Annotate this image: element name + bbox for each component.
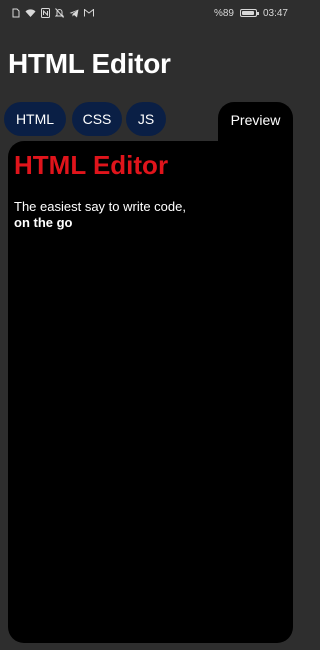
wifi-icon	[25, 8, 36, 18]
tab-html[interactable]: HTML	[4, 102, 66, 136]
silent-icon	[55, 8, 64, 18]
status-icons-left	[12, 8, 94, 18]
status-icons-right: %89 03:47	[214, 8, 288, 19]
nfc-icon	[41, 8, 50, 18]
tab-js[interactable]: JS	[126, 102, 166, 136]
status-bar: %89 03:47	[0, 0, 300, 26]
battery-icon	[239, 9, 259, 17]
page-title: HTML Editor	[8, 48, 171, 79]
preview-paragraph: The easiest say to write code, on the go	[14, 199, 287, 231]
gmail-icon	[84, 9, 94, 17]
preview-heading: HTML Editor	[14, 150, 169, 180]
tab-css[interactable]: CSS	[72, 102, 122, 136]
battery-percent: %89	[213, 7, 234, 19]
preview-panel: HTML Editor The easiest say to write cod…	[8, 141, 293, 643]
editor-tabs: HTML CSS JS Preview	[0, 100, 300, 152]
telegram-icon	[69, 9, 79, 18]
preview-text-bold: on the go	[14, 215, 73, 230]
sim-icon	[12, 8, 20, 18]
clock: 03:47	[262, 7, 288, 19]
preview-text-line: The easiest say to write code,	[14, 199, 186, 214]
